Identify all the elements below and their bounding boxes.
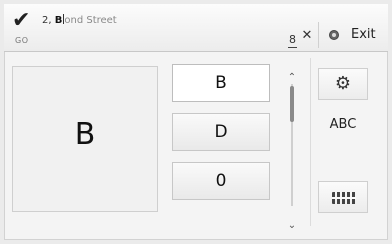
exit-label: Exit bbox=[351, 27, 376, 42]
exit-button[interactable]: Exit bbox=[318, 22, 384, 48]
candidate-button-3[interactable]: 0 bbox=[172, 162, 270, 200]
input-header: ✔ GO 2, Bond Street 8 ✕ Exit bbox=[4, 4, 388, 52]
keyboard-icon bbox=[332, 192, 356, 204]
recognized-letter: B bbox=[74, 117, 96, 152]
abc-button[interactable]: ABC bbox=[318, 110, 368, 142]
candidate-button-2[interactable]: D bbox=[172, 113, 270, 151]
match-count[interactable]: 8 bbox=[288, 33, 297, 48]
keyboard-button[interactable] bbox=[318, 181, 368, 213]
scroll-down-icon[interactable]: ⌄ bbox=[285, 220, 299, 232]
clear-button[interactable]: ✕ bbox=[298, 27, 316, 45]
destination-input[interactable]: 2, Bond Street bbox=[42, 14, 117, 26]
handwriting-pad[interactable]: B bbox=[12, 66, 158, 212]
input-typed-text: B bbox=[54, 15, 63, 26]
go-label: GO bbox=[15, 36, 29, 45]
checkmark-icon: ✔ bbox=[12, 8, 31, 33]
settings-gear-icon: ⚙ bbox=[334, 73, 352, 94]
exit-icon bbox=[329, 30, 339, 40]
input-prefix: 2, bbox=[42, 15, 55, 26]
input-autocomplete: ond Street bbox=[64, 15, 117, 26]
settings-button[interactable]: ⚙ bbox=[318, 68, 368, 100]
scroll-up-icon[interactable]: ⌃ bbox=[285, 72, 299, 84]
candidate-button-1[interactable]: B bbox=[172, 64, 270, 102]
scrollbar-thumb[interactable] bbox=[290, 86, 294, 122]
go-button[interactable]: ✔ GO bbox=[12, 10, 46, 48]
